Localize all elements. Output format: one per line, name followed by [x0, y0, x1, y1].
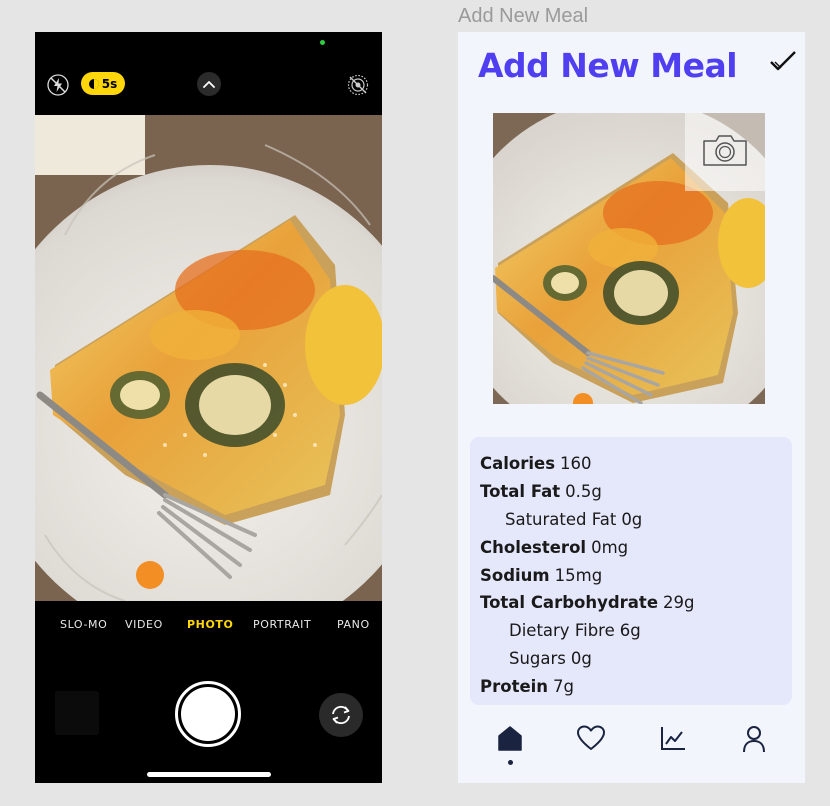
camera-screen: 5s SLO-MO VIDEO PHOTO PORTRAIT PANO: [35, 32, 382, 783]
mode-pano[interactable]: PANO: [337, 618, 370, 631]
mode-portrait[interactable]: PORTRAIT: [253, 618, 311, 631]
mode-slo-mo[interactable]: SLO-MO: [60, 618, 107, 631]
photo-library-thumbnail[interactable]: [55, 691, 99, 735]
nav-stats[interactable]: [653, 724, 693, 768]
chevron-up-icon[interactable]: [197, 72, 221, 96]
flash-off-icon[interactable]: [47, 74, 69, 96]
profile-icon: [740, 724, 768, 758]
add-meal-screen: Add New Meal Calories 160 Total Fat 0.5g…: [458, 32, 805, 783]
shutter-inner: [181, 687, 235, 741]
flip-camera-icon[interactable]: [319, 693, 363, 737]
nutrition-row-total-carbohydrate: Total Carbohydrate 29g: [480, 593, 695, 613]
home-icon: [496, 724, 524, 756]
nutrition-facts: Calories 160 Total Fat 0.5g Saturated Fa…: [470, 437, 792, 705]
camera-controls: SLO-MO VIDEO PHOTO PORTRAIT PANO: [35, 601, 382, 783]
shutter-button[interactable]: [175, 681, 241, 747]
timer-button[interactable]: 5s: [81, 72, 125, 95]
camera-viewfinder[interactable]: [35, 115, 382, 601]
camera-active-indicator: [320, 40, 325, 45]
change-photo-button[interactable]: [685, 113, 765, 191]
camera-icon: [700, 132, 750, 172]
nutrition-row-cholesterol: Cholesterol 0mg: [480, 537, 629, 557]
meal-photo[interactable]: [493, 113, 765, 404]
nav-profile[interactable]: [734, 724, 774, 768]
mode-selector[interactable]: SLO-MO VIDEO PHOTO PORTRAIT PANO: [35, 618, 382, 638]
nav-home[interactable]: [490, 724, 530, 768]
nav-active-indicator: [507, 760, 513, 765]
timer-label: 5s: [101, 76, 118, 91]
live-photo-off-icon[interactable]: [347, 74, 369, 96]
checkmark-icon[interactable]: [769, 49, 797, 73]
chart-icon: [659, 724, 687, 756]
camera-top-bar: 5s: [35, 32, 382, 115]
nav-favorites[interactable]: [571, 724, 611, 768]
mode-photo[interactable]: PHOTO: [187, 618, 233, 631]
nutrition-row-protein: Protein 7g: [480, 676, 575, 696]
frame-label: Add New Meal: [458, 5, 589, 27]
page-title: Add New Meal: [478, 46, 738, 85]
bottom-nav: [458, 724, 805, 774]
home-indicator[interactable]: [147, 772, 271, 777]
nutrition-row-saturated-fat: Saturated Fat 0g: [505, 509, 643, 529]
nutrition-row-calories: Calories 160: [480, 454, 592, 474]
timer-icon: [88, 78, 99, 89]
nutrition-row-sugars: Sugars 0g: [509, 648, 592, 668]
nutrition-row-sodium: Sodium 15mg: [480, 565, 603, 585]
nutrition-row-total-fat: Total Fat 0.5g: [480, 482, 602, 502]
nutrition-row-dietary-fibre: Dietary Fibre 6g: [509, 621, 641, 641]
mode-video[interactable]: VIDEO: [125, 618, 163, 631]
heart-icon: [576, 724, 606, 756]
